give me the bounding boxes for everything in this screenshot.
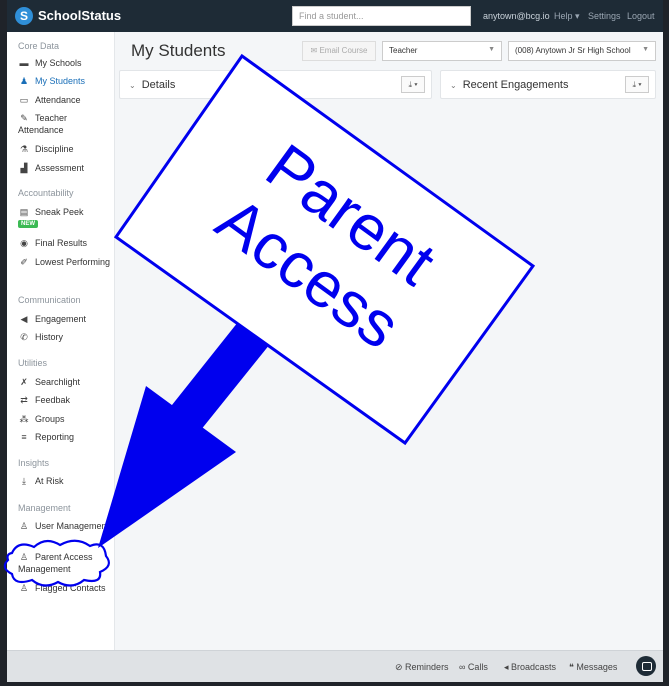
school-icon: ▬	[19, 58, 29, 68]
sidebar-item-assessment[interactable]: ▟ Assessment	[18, 162, 114, 174]
chevron-down-icon: ⌄	[450, 81, 457, 90]
sidebar-item-flagged-contacts[interactable]: ♙ Flagged Contacts	[18, 582, 114, 594]
recent-engagements-panel[interactable]: ⌄ Recent Engagements ⤓ ▾	[440, 70, 656, 99]
sidebar-item-reporting[interactable]: ≡ Reporting	[18, 431, 114, 443]
sidebar: Core Data ▬ My Schools ♟ My Students ▭ Atte…	[7, 32, 115, 650]
brand-name[interactable]: SchoolStatus	[38, 8, 121, 23]
role-select[interactable]: Teacher ▼	[382, 41, 502, 61]
school-select[interactable]: (008) Anytown Jr Sr High School ▼	[508, 41, 656, 61]
bottom-bar: ⊘ Reminders ∞ Calls ◂ Broadcasts ❝ Messa…	[7, 650, 663, 682]
phone-icon: ✆	[20, 332, 28, 342]
download-menu-button[interactable]: ⤓ ▾	[625, 76, 649, 93]
new-badge: NEW	[18, 220, 38, 228]
section-title-core-data: Core Data	[18, 41, 60, 51]
sidebar-item-my-schools[interactable]: ▬ My Schools	[18, 57, 114, 69]
settings-link[interactable]: Settings	[588, 11, 621, 21]
download-menu-button[interactable]: ⤓ ▾	[401, 76, 425, 93]
sidebar-item-attendance[interactable]: ▭ Attendance	[18, 94, 114, 106]
user-flag-icon: ♙	[19, 583, 29, 593]
chat-launcher-icon[interactable]	[636, 656, 656, 676]
flask-icon: ⚗	[19, 144, 29, 154]
sidebar-item-final-results[interactable]: ◉ Final Results	[18, 237, 114, 249]
reminders-link[interactable]: ⊘ Reminders	[395, 662, 449, 673]
app-frame: S SchoolStatus Find a student... anytown…	[7, 0, 663, 682]
clock-icon: ⊘	[395, 662, 406, 672]
section-title-management: Management	[18, 503, 71, 513]
chart-icon: ▟	[20, 163, 28, 173]
document-icon: ▤	[19, 207, 29, 217]
retweet-icon: ⇄	[20, 395, 28, 405]
megaphone-icon: ◀	[20, 314, 28, 324]
students-icon: ♟	[19, 76, 29, 86]
sidebar-item-lowest-performing[interactable]: ✐ Lowest Performing	[18, 256, 114, 268]
user-icon: ♙	[19, 521, 29, 531]
sidebar-item-sneak-peek[interactable]: ▤ Sneak Peek	[18, 206, 114, 218]
sidebar-item-at-risk[interactable]: ⤓ At Risk	[18, 475, 114, 487]
chevron-down-icon: ▼	[488, 46, 495, 53]
messages-link[interactable]: ❝ Messages	[569, 662, 617, 673]
download-icon: ⤓	[22, 476, 26, 486]
megaphone-icon: ◂	[504, 662, 512, 672]
details-panel-title: Details	[141, 79, 176, 91]
section-title-utilities: Utilities	[18, 358, 48, 368]
calls-link[interactable]: ∞ Calls	[459, 662, 488, 672]
infinity-icon: ∞	[459, 662, 468, 672]
groups-icon: ⁂	[19, 414, 29, 424]
top-bar: S SchoolStatus Find a student... anytown…	[7, 0, 663, 32]
user-plus-icon: ♙	[19, 552, 29, 562]
sidebar-item-engagement[interactable]: ◀ Engagement	[18, 313, 114, 325]
chevron-down-icon: ▼	[642, 46, 649, 53]
sidebar-item-feedbak[interactable]: ⇄ Feedbak	[18, 394, 114, 406]
pencil-icon: ✐	[20, 257, 28, 267]
page-title: My Students	[131, 41, 226, 60]
eye-icon: ◉	[20, 238, 28, 248]
section-title-insights: Insights	[18, 458, 50, 468]
sidebar-item-history[interactable]: ✆ History	[18, 331, 114, 343]
email-course-button[interactable]: ✉ Email Course	[302, 41, 376, 61]
broadcasts-link[interactable]: ◂ Broadcasts	[504, 662, 556, 673]
help-menu[interactable]: Help ▾	[554, 11, 580, 22]
sidebar-item-discipline[interactable]: ⚗ Discipline	[18, 143, 114, 155]
sidebar-item-user-management[interactable]: ♙ User Management	[18, 520, 114, 532]
sidebar-item-my-students[interactable]: ♟ My Students	[18, 75, 114, 87]
sidebar-item-searchlight[interactable]: ✗ Searchlight	[18, 376, 114, 388]
calendar-icon: ▭	[19, 95, 29, 105]
sidebar-item-groups[interactable]: ⁂ Groups	[18, 413, 114, 425]
section-title-communication: Communication	[18, 295, 81, 305]
sidebar-item-parent-access-management[interactable]: ♙ Parent Access Management	[18, 551, 114, 575]
user-email-link[interactable]: anytown@bcg.io	[483, 11, 550, 21]
schoolstatus-logo-icon[interactable]: S	[15, 7, 33, 25]
pencil-icon: ✎	[20, 113, 28, 123]
sidebar-item-teacher-attendance[interactable]: ✎ Teacher Attendance	[18, 112, 114, 136]
chevron-down-icon: ⌄	[129, 81, 136, 90]
details-panel[interactable]: ⌄ Details ⤓ ▾	[119, 70, 432, 99]
list-icon: ≡	[21, 432, 27, 442]
student-search-input[interactable]: Find a student...	[292, 6, 471, 26]
wrench-icon: ✗	[20, 377, 28, 387]
recent-engagements-title: Recent Engagements	[462, 79, 569, 91]
logout-link[interactable]: Logout	[627, 11, 655, 21]
section-title-accountability: Accountability	[18, 188, 74, 198]
